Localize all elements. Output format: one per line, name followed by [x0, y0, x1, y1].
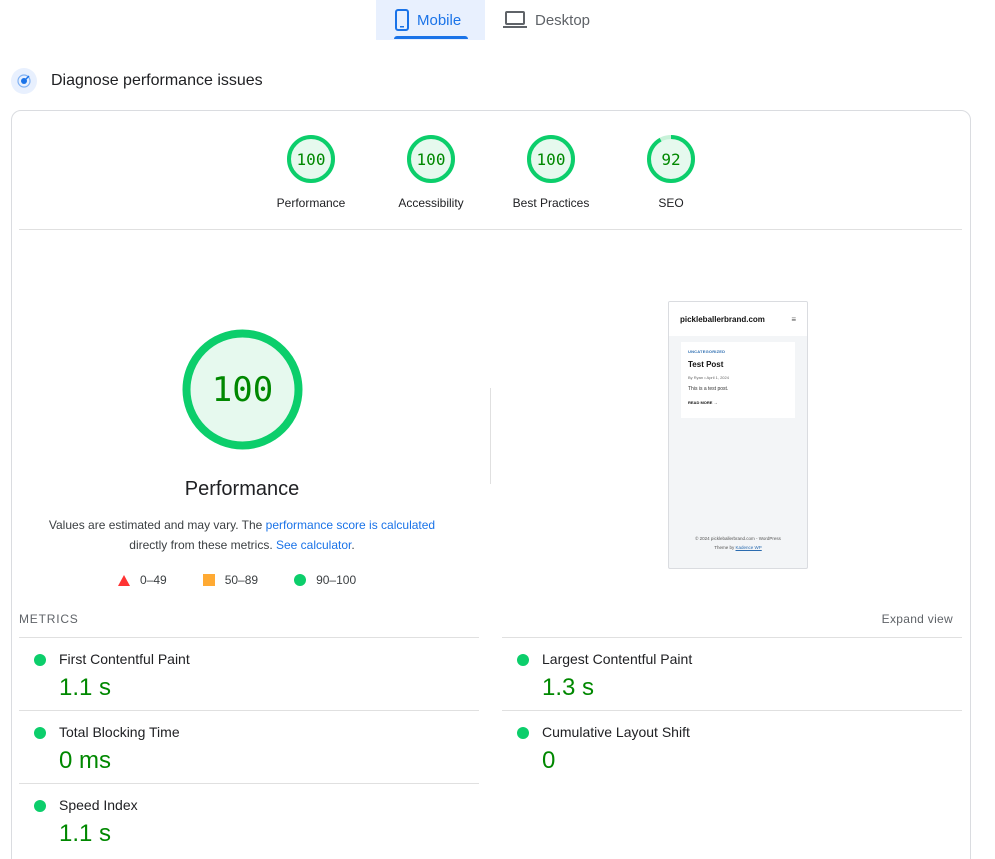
- category-gauges: 100 Performance 100 Accessibility 100 Be…: [0, 134, 995, 214]
- score-ring: 100: [526, 134, 576, 184]
- score-legend: 0–49 50–89 90–100: [118, 573, 356, 587]
- laptop-icon: [503, 11, 527, 28]
- note-text: .: [351, 538, 355, 552]
- legend-fail: 0–49: [118, 573, 167, 587]
- gauge-score: 100: [416, 149, 446, 169]
- thumb-read-more: READ MORE →: [688, 400, 718, 405]
- gauge-label: SEO: [658, 196, 684, 210]
- tab-desktop-label: Desktop: [535, 11, 591, 29]
- section-divider: [19, 229, 962, 230]
- gauge-label: Accessibility: [398, 196, 464, 210]
- metric-lcp: Largest Contentful Paint 1.3 s: [502, 637, 962, 710]
- metric-value: 1.1 s: [59, 820, 112, 847]
- performance-title: Performance: [184, 478, 300, 500]
- pass-dot-icon: [517, 654, 529, 666]
- metric-value: 1.3 s: [542, 674, 595, 701]
- pass-dot-icon: [34, 800, 46, 812]
- gauge-best-practices[interactable]: 100 Best Practices: [501, 134, 601, 210]
- thumb-post-text: This is a test post.: [688, 386, 729, 392]
- thumb-footer-line: Theme by Kadence WP: [669, 543, 807, 552]
- legend-range: 90–100: [316, 573, 357, 587]
- score-ring: 100: [406, 134, 456, 184]
- performance-score: 100: [211, 369, 274, 410]
- score-ring: 100: [286, 134, 336, 184]
- metric-name: Speed Index: [59, 797, 138, 813]
- metric-name: Cumulative Layout Shift: [542, 724, 690, 740]
- note-text: directly from these metrics.: [129, 538, 276, 552]
- metric-name: Total Blocking Time: [59, 724, 180, 740]
- gauge-score: 100: [296, 149, 326, 169]
- metric-value: 1.1 s: [59, 674, 112, 701]
- gauge-seo[interactable]: 92 SEO: [621, 134, 721, 210]
- phone-icon: [395, 9, 409, 31]
- triangle-icon: [118, 574, 130, 586]
- gauge-performance[interactable]: 100 Performance: [261, 134, 361, 210]
- metric-cls: Cumulative Layout Shift 0: [502, 710, 962, 783]
- thumb-footer-prefix: Theme by: [714, 545, 736, 550]
- page-screenshot-thumbnail[interactable]: pickleballerbrand.com ≡ UNCATEGORIZED Te…: [668, 301, 808, 569]
- pass-dot-icon: [34, 654, 46, 666]
- performance-big-gauge: 100: [182, 329, 303, 450]
- menu-icon: ≡: [791, 314, 796, 324]
- metric-tbt: Total Blocking Time 0 ms: [19, 710, 479, 783]
- metric-fcp: First Contentful Paint 1.1 s: [19, 637, 479, 710]
- gauge-accessibility[interactable]: 100 Accessibility: [381, 134, 481, 210]
- metric-name: Largest Contentful Paint: [542, 651, 693, 667]
- gauge-label: Performance: [276, 196, 346, 210]
- tab-mobile-label: Mobile: [417, 11, 462, 29]
- metric-value: 0 ms: [59, 747, 112, 774]
- score-ring: 92: [646, 134, 696, 184]
- score-calc-link[interactable]: performance score is calculated: [266, 518, 435, 532]
- vertical-divider: [490, 388, 491, 484]
- thumb-category: UNCATEGORIZED: [688, 349, 726, 354]
- square-icon: [202, 574, 215, 586]
- circle-icon: [294, 574, 307, 586]
- thumb-site-name: pickleballerbrand.com: [680, 314, 765, 324]
- metric-value: 0: [542, 747, 556, 774]
- gauge-score: 100: [536, 149, 566, 169]
- diagnose-header: Diagnose performance issues: [11, 68, 263, 94]
- legend-average: 50–89: [202, 573, 259, 587]
- diagnose-title: Diagnose performance issues: [51, 72, 263, 89]
- thumb-post-title: Test Post: [688, 360, 724, 369]
- legend-pass: 90–100: [294, 573, 356, 587]
- see-calculator-link[interactable]: See calculator: [276, 538, 351, 552]
- metric-si: Speed Index 1.1 s: [19, 783, 479, 856]
- diagnose-icon: [11, 68, 37, 94]
- gauge-score: 92: [661, 149, 681, 169]
- note-text: Values are estimated and may vary. The: [48, 518, 266, 532]
- thumb-footer: © 2024 pickleballerbrand.com - WordPress…: [669, 534, 807, 552]
- pass-dot-icon: [34, 727, 46, 739]
- thumb-post-meta: By Ryan • April 1, 2024: [688, 375, 729, 380]
- device-tabs: Mobile Desktop: [376, 0, 605, 40]
- tab-desktop[interactable]: Desktop: [485, 0, 605, 40]
- thumb-footer-line: © 2024 pickleballerbrand.com - WordPress: [695, 536, 781, 541]
- expand-view-button[interactable]: Expand view: [882, 612, 953, 626]
- legend-range: 50–89: [224, 573, 259, 587]
- performance-note: Values are estimated and may vary. The p…: [32, 515, 452, 555]
- metric-name: First Contentful Paint: [59, 651, 190, 667]
- gauge-label: Best Practices: [512, 196, 590, 210]
- tab-mobile[interactable]: Mobile: [376, 0, 485, 40]
- legend-range: 0–49: [140, 573, 167, 587]
- metrics-heading: METRICS: [19, 612, 79, 626]
- thumb-footer-link: Kadence WP: [735, 545, 762, 550]
- thumb-post-card: UNCATEGORIZED Test Post By Ryan • April …: [681, 342, 795, 418]
- pass-dot-icon: [517, 727, 529, 739]
- thumb-header: pickleballerbrand.com ≡: [669, 302, 807, 336]
